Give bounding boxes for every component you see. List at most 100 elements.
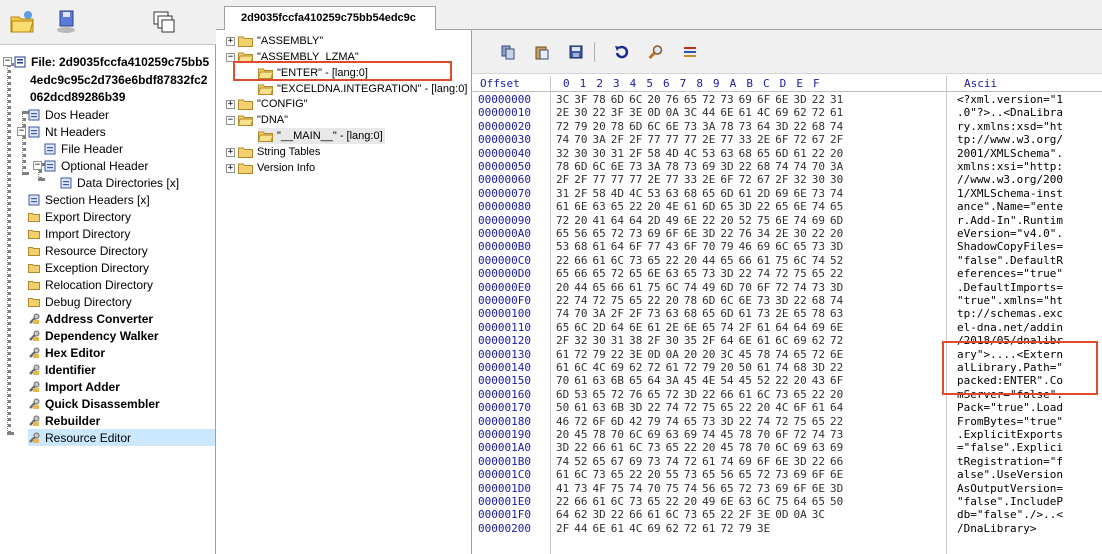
hex-row[interactable]: 000001A0 3D 22 66 61 6C 73 65 22 20 45 78… [472,441,1102,454]
hex-row[interactable]: 00000090 72 20 41 64 64 2D 49 6E 22 20 52… [472,214,1102,227]
windows-icon[interactable] [150,8,178,36]
ascii-cell[interactable]: Pack="true".Load [957,401,1063,414]
tool-import-adder[interactable]: Import Adder [28,378,120,395]
hex-bytes-cell[interactable]: 22 66 61 6C 73 65 22 20 49 6E 63 6C 75 6… [556,495,843,508]
tree-item-file-header[interactable]: File Header [44,140,123,157]
tool-resource-editor[interactable]: Resource Editor [28,429,215,446]
ascii-cell[interactable]: xmlns:xsi="http: [957,160,1063,173]
ascii-cell[interactable]: FromBytes="true" [957,415,1063,428]
hex-row[interactable]: 00000050 78 6D 6C 6E 73 3A 78 73 69 3D 22… [472,160,1102,173]
open-file-icon[interactable] [8,8,36,36]
hex-bytes-cell[interactable]: 61 6C 73 65 22 20 55 73 65 56 65 72 73 6… [556,468,843,481]
hex-row[interactable]: 000001D0 41 73 4F 75 74 70 75 74 56 65 72… [472,482,1102,495]
hex-bytes-cell[interactable]: 2F 2F 77 77 77 2E 77 33 2E 6F 72 67 2F 3… [556,173,843,186]
hex-row[interactable]: 00000180 46 72 6F 6D 42 79 74 65 73 3D 22… [472,415,1102,428]
tree-item-import-directory[interactable]: Import Directory [28,225,130,242]
collapse-dna-toggle[interactable]: − [226,116,235,125]
hex-bytes-cell[interactable]: 6D 53 65 72 76 65 72 3D 22 66 61 6C 73 6… [556,388,843,401]
ascii-cell[interactable]: db="false"./>..< [957,508,1063,521]
expand-string-tables-toggle[interactable]: + [226,148,235,157]
tree-item-nt-headers[interactable]: Nt Headers [28,123,106,140]
hex-row[interactable]: 000000B0 53 68 61 64 6F 77 43 6F 70 79 46… [472,240,1102,253]
hex-row[interactable]: 00000010 2E 30 22 3F 3E 0D 0A 3C 44 6E 61… [472,106,1102,119]
ascii-cell[interactable]: ="false".Explici [957,441,1063,454]
tree-item-resource-directory[interactable]: Resource Directory [28,242,148,259]
tree-item-dos-header[interactable]: Dos Header [28,106,109,123]
paste-icon[interactable] [534,44,550,60]
hex-bytes-cell[interactable]: 70 61 63 6B 65 64 3A 45 4E 54 45 52 22 2… [556,374,843,387]
tab-file[interactable]: 2d9035fccfa410259c75bb54edc9c [224,6,436,30]
hex-bytes-cell[interactable]: 74 52 65 67 69 73 74 72 61 74 69 6F 6E 3… [556,455,843,468]
resource-node-dna[interactable]: "DNA" [238,112,288,128]
hex-bytes-cell[interactable]: 74 70 3A 2F 2F 77 77 77 2E 77 33 2E 6F 7… [556,133,843,146]
hex-bytes-cell[interactable]: 3D 22 66 61 6C 73 65 22 20 45 78 70 6C 6… [556,441,843,454]
hex-row[interactable]: 00000080 61 6E 63 65 22 20 4E 61 6D 65 3D… [472,200,1102,213]
hex-bytes-cell[interactable]: 61 6E 63 65 22 20 4E 61 6D 65 3D 22 65 6… [556,200,843,213]
ascii-cell[interactable]: "true".xmlns="ht [957,294,1063,307]
collapse-nt-headers-toggle[interactable]: − [17,127,26,136]
hex-bytes-cell[interactable]: 2E 30 22 3F 3E 0D 0A 3C 44 6E 61 4C 69 6… [556,106,843,119]
ascii-cell[interactable]: .0"?>..<DnaLibra [957,106,1063,119]
ascii-cell[interactable]: ry.xmlns:xsd="ht [957,120,1063,133]
hex-bytes-cell[interactable]: 74 70 3A 2F 2F 73 63 68 65 6D 61 73 2E 6… [556,307,843,320]
hex-row[interactable]: 000000A0 65 56 65 72 73 69 6F 6E 3D 22 76… [472,227,1102,240]
hex-bytes-cell[interactable]: 65 66 65 72 65 6E 63 65 73 3D 22 74 72 7… [556,267,843,280]
ascii-cell[interactable]: AsOutputVersion= [957,482,1063,495]
tree-item-optional-header[interactable]: Optional Header [44,157,148,174]
resource-node-version-info[interactable]: Version Info [238,160,315,176]
hex-row[interactable]: 000000F0 22 74 72 75 65 22 20 78 6D 6C 6E… [472,294,1102,307]
hex-edit-icon[interactable] [682,44,698,60]
hex-row[interactable]: 00000170 50 61 63 6B 3D 22 74 72 75 65 22… [472,401,1102,414]
refresh-icon[interactable] [614,44,630,60]
ascii-cell[interactable]: //www.w3.org/200 [957,173,1063,186]
hex-bytes-cell[interactable]: 22 66 61 6C 73 65 22 20 44 65 66 61 75 6… [556,254,843,267]
collapse-file-toggle[interactable]: − [3,57,12,66]
ascii-cell[interactable]: r.Add-In".Runtim [957,214,1063,227]
expand-config-toggle[interactable]: + [226,100,235,109]
tree-item-debug-directory[interactable]: Debug Directory [28,293,132,310]
ascii-cell[interactable]: /DnaLibrary> [957,522,1036,535]
ascii-cell[interactable]: <?xml.version="1 [957,93,1063,106]
hex-row[interactable]: 00000200 2F 44 6E 61 4C 69 62 72 61 72 79… [472,522,1102,535]
expand-version-info-toggle[interactable]: + [226,164,235,173]
hex-bytes-cell[interactable]: 22 74 72 75 65 22 20 78 6D 6C 6E 73 3D 2… [556,294,843,307]
hex-bytes-cell[interactable]: 64 62 3D 22 66 61 6C 73 65 22 2F 3E 0D 0… [556,508,825,521]
hex-row[interactable]: 00000110 65 6C 2D 64 6E 61 2E 6E 65 74 2F… [472,321,1102,334]
hex-row[interactable]: 00000190 20 45 78 70 6C 69 63 69 74 45 78… [472,428,1102,441]
hex-bytes-cell[interactable]: 61 72 79 22 3E 0D 0A 20 20 3C 45 78 74 6… [556,348,843,361]
hex-bytes-cell[interactable]: 61 6C 4C 69 62 72 61 72 79 20 50 61 74 6… [556,361,843,374]
tool-address-converter[interactable]: Address Converter [28,310,153,327]
hex-row[interactable]: 00000040 32 30 30 31 2F 58 4D 4C 53 63 68… [472,147,1102,160]
hex-row[interactable]: 000001B0 74 52 65 67 69 73 74 72 61 74 69… [472,455,1102,468]
hex-row[interactable]: 00000100 74 70 3A 2F 2F 73 63 68 65 6D 61… [472,307,1102,320]
hex-row[interactable]: 00000070 31 2F 58 4D 4C 53 63 68 65 6D 61… [472,187,1102,200]
hex-bytes-cell[interactable]: 53 68 61 64 6F 77 43 6F 70 79 46 69 6C 6… [556,240,843,253]
hex-bytes-cell[interactable]: 65 6C 2D 64 6E 61 2E 6E 65 74 2F 61 64 6… [556,321,843,334]
resource-node-main[interactable]: "__MAIN__" - [lang:0] [258,128,385,144]
hex-body[interactable]: 00000000 3C 3F 78 6D 6C 20 76 65 72 73 69… [472,93,1102,554]
ascii-cell[interactable]: ShadowCopyFiles= [957,240,1063,253]
ascii-cell[interactable]: tp://schemas.exc [957,307,1063,320]
hex-row[interactable]: 000000C0 22 66 61 6C 73 65 22 20 44 65 66… [472,254,1102,267]
tool-rebuilder[interactable]: Rebuilder [28,412,100,429]
hex-row[interactable]: 00000020 72 79 20 78 6D 6C 6E 73 3A 78 73… [472,120,1102,133]
ascii-cell[interactable]: tRegistration="f [957,455,1063,468]
hex-bytes-cell[interactable]: 78 6D 6C 6E 73 3A 78 73 69 3D 22 68 74 7… [556,160,843,173]
ascii-cell[interactable]: "false".IncludeP [957,495,1063,508]
hex-bytes-cell[interactable]: 50 61 63 6B 3D 22 74 72 75 65 22 20 4C 6… [556,401,843,414]
hex-row[interactable]: 000001E0 22 66 61 6C 73 65 22 20 49 6E 63… [472,495,1102,508]
hex-row[interactable]: 00000000 3C 3F 78 6D 6C 20 76 65 72 73 69… [472,93,1102,106]
hex-bytes-cell[interactable]: 20 45 78 70 6C 69 63 69 74 45 78 70 6F 7… [556,428,843,441]
hex-bytes-cell[interactable]: 72 79 20 78 6D 6C 6E 73 3A 78 73 64 3D 2… [556,120,843,133]
ascii-cell[interactable]: tp://www.w3.org/ [957,133,1063,146]
copy-icon[interactable] [500,44,516,60]
tool-dependency-walker[interactable]: Dependency Walker [28,327,159,344]
hex-row[interactable]: 000001C0 61 6C 73 65 22 20 55 73 65 56 65… [472,468,1102,481]
hex-row[interactable]: 000000E0 20 44 65 66 61 75 6C 74 49 6D 70… [472,281,1102,294]
tool-identifier[interactable]: Identifier [28,361,96,378]
hex-bytes-cell[interactable]: 72 20 41 64 64 2D 49 6E 22 20 52 75 6E 7… [556,214,843,227]
ascii-cell[interactable]: alse".UseVersion [957,468,1063,481]
expand-assembly-toggle[interactable]: + [226,37,235,46]
hex-bytes-cell[interactable]: 32 30 30 31 2F 58 4D 4C 53 63 68 65 6D 6… [556,147,843,160]
tree-item-data-directories[interactable]: Data Directories [x] [60,174,179,191]
